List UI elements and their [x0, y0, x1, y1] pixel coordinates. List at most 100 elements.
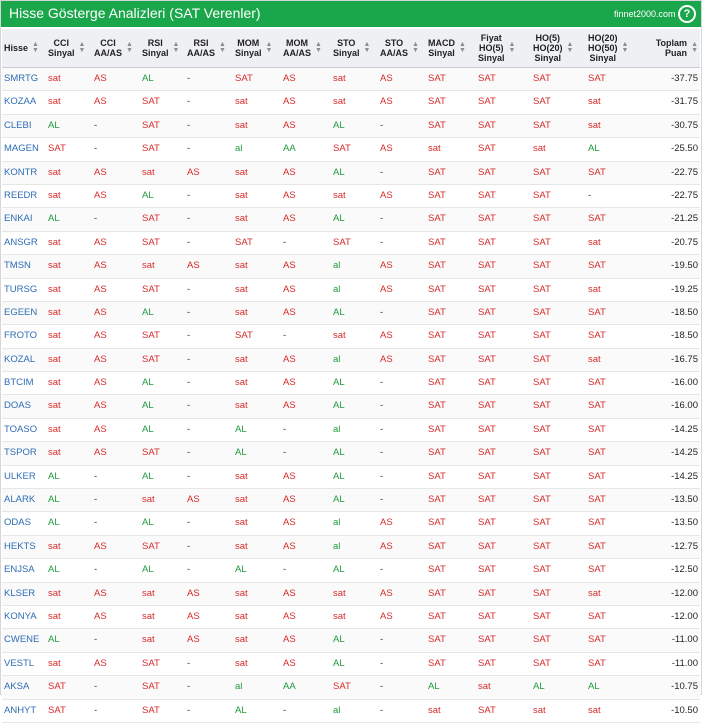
- ticker-link[interactable]: KLSER: [4, 583, 46, 605]
- sort-icon[interactable]: ▲ ▼: [509, 41, 516, 54]
- column-header-label: STO Sinyal: [333, 38, 360, 58]
- sort-icon[interactable]: ▲ ▼: [79, 41, 86, 54]
- signal-cell: AS: [380, 96, 393, 108]
- signal-cell: AS: [187, 634, 200, 646]
- column-header-label: MACD Sinyal: [428, 38, 455, 58]
- signal-cell: SAT: [478, 423, 496, 435]
- sort-icon[interactable]: ▲ ▼: [126, 41, 133, 54]
- column-header-label: RSI Sinyal: [142, 38, 169, 58]
- table-row: CWENE AL - sat AS sat AS AL - SAT SAT SAT SAT -11.00: [2, 629, 700, 653]
- column-header[interactable]: MOM Sinyal ▲ ▼: [235, 29, 281, 67]
- table-row: TURSG sat AS SAT - sat AS al AS SAT SAT SAT sat -19.2…: [2, 279, 700, 302]
- column-header[interactable]: STO AA/AS ▲ ▼: [380, 29, 426, 67]
- signal-cell: -: [94, 704, 98, 716]
- sort-icon[interactable]: ▲ ▼: [691, 41, 698, 54]
- column-header[interactable]: CCI AA/AS ▲ ▼: [94, 29, 140, 67]
- ticker-link[interactable]: TURSG: [4, 279, 46, 301]
- signal-cell: sat: [142, 610, 155, 622]
- signal-cell: SAT: [142, 657, 160, 669]
- ticker-link[interactable]: ULKER: [4, 466, 46, 488]
- sort-icon[interactable]: ▲ ▼: [315, 41, 322, 54]
- sort-icon[interactable]: ▲ ▼: [412, 41, 419, 54]
- signal-cell: -: [283, 704, 287, 716]
- signal-cell: sat: [588, 96, 601, 108]
- signal-cell: SAT: [142, 213, 160, 225]
- ticker-link[interactable]: SMRTG: [4, 68, 46, 90]
- column-header[interactable]: CCI Sinyal ▲ ▼: [48, 29, 92, 67]
- signal-cell: AS: [283, 189, 296, 201]
- ticker-link[interactable]: KOZAA: [4, 91, 46, 113]
- signal-cell: SAT: [428, 96, 446, 108]
- ticker-link[interactable]: ODAS: [4, 512, 46, 534]
- column-header[interactable]: HO(5) HO(20) Sinyal ▲ ▼: [533, 29, 586, 67]
- signal-cell: AS: [94, 73, 107, 84]
- signal-cell: AL: [235, 704, 247, 716]
- indicator-panel: Hisse Gösterge Analizleri (SAT Verenler)…: [0, 0, 702, 723]
- signal-cell: SAT: [533, 447, 551, 459]
- signal-cell: AS: [187, 166, 200, 178]
- sort-icon[interactable]: ▲ ▼: [32, 41, 39, 54]
- ticker-link[interactable]: AKSA: [4, 676, 46, 698]
- sort-icon[interactable]: ▲ ▼: [219, 41, 226, 54]
- ticker-link[interactable]: TMSN: [4, 255, 46, 277]
- signal-cell: -: [94, 517, 98, 529]
- ticker-link[interactable]: ENJSA: [4, 559, 46, 581]
- signal-cell: -: [187, 423, 191, 435]
- column-header[interactable]: RSI AA/AS ▲ ▼: [187, 29, 233, 67]
- ticker-link[interactable]: REEDR: [4, 185, 46, 207]
- signal-cell: AS: [94, 400, 107, 412]
- signal-cell: AS: [187, 260, 200, 272]
- ticker-link[interactable]: ALARK: [4, 489, 46, 511]
- ticker-link[interactable]: HEKTS: [4, 536, 46, 558]
- column-header[interactable]: Hisse ▲ ▼: [4, 29, 46, 67]
- ticker-link[interactable]: KONTR: [4, 162, 46, 184]
- signal-cell: SAT: [478, 96, 496, 108]
- sort-icon[interactable]: ▲ ▼: [459, 41, 466, 54]
- ticker-link[interactable]: TOASO: [4, 419, 46, 441]
- sort-icon[interactable]: ▲ ▼: [567, 41, 574, 54]
- signal-cell: sat: [48, 96, 61, 108]
- column-header[interactable]: RSI Sinyal ▲ ▼: [142, 29, 186, 67]
- sort-icon[interactable]: ▲ ▼: [266, 41, 273, 54]
- sort-icon[interactable]: ▲ ▼: [622, 41, 629, 54]
- ticker-link[interactable]: EGEEN: [4, 302, 46, 324]
- signal-cell: AL: [142, 377, 154, 389]
- column-header[interactable]: MOM AA/AS ▲ ▼: [283, 29, 331, 67]
- total-score: -30.75: [671, 119, 698, 131]
- signal-cell: AL: [48, 494, 60, 506]
- column-header[interactable]: HO(20) HO(50) Sinyal ▲ ▼: [588, 29, 640, 67]
- ticker-link[interactable]: ANSGR: [4, 232, 46, 254]
- signal-cell: sat: [142, 494, 155, 506]
- ticker-link[interactable]: ANHYT: [4, 700, 46, 722]
- signal-cell: sat: [235, 353, 248, 365]
- ticker-link[interactable]: DOAS: [4, 395, 46, 417]
- signal-cell: SAT: [588, 423, 606, 435]
- ticker-link[interactable]: BTCIM: [4, 372, 46, 394]
- signal-cell: SAT: [428, 517, 446, 529]
- sort-icon[interactable]: ▲ ▼: [364, 41, 371, 54]
- column-header[interactable]: Toplam Puan ▲ ▼: [642, 29, 698, 67]
- ticker-link[interactable]: CWENE: [4, 629, 46, 651]
- total-score: -10.50: [671, 704, 698, 716]
- signal-cell: SAT: [478, 587, 496, 599]
- signal-cell: -: [283, 236, 287, 248]
- signal-cell: AS: [187, 494, 200, 506]
- ticker-link[interactable]: KONYA: [4, 606, 46, 628]
- ticker-link[interactable]: MAGEN: [4, 138, 46, 160]
- ticker-link[interactable]: VESTL: [4, 653, 46, 675]
- signal-cell: SAT: [588, 517, 606, 529]
- column-header[interactable]: MACD Sinyal ▲ ▼: [428, 29, 476, 67]
- ticker-link[interactable]: KOZAL: [4, 349, 46, 371]
- ticker-link[interactable]: FROTO: [4, 325, 46, 347]
- ticker-link[interactable]: CLEBI: [4, 115, 46, 137]
- signal-cell: SAT: [588, 260, 606, 272]
- signal-cell: SAT: [533, 564, 551, 576]
- ticker-link[interactable]: TSPOR: [4, 442, 46, 464]
- table-header: Hisse ▲ ▼ CCI Sinyal ▲ ▼ CCI AA/AS ▲ ▼ RSI Sinyal…: [2, 29, 700, 68]
- column-header[interactable]: STO Sinyal ▲ ▼: [333, 29, 378, 67]
- column-header[interactable]: Fiyat HO(5) Sinyal ▲ ▼: [478, 29, 531, 67]
- sort-icon[interactable]: ▲ ▼: [173, 41, 180, 54]
- table-row: ENJSA AL - AL - AL - AL - SAT SAT SAT SAT -12.50: [2, 559, 700, 583]
- help-icon[interactable]: ?: [678, 5, 696, 23]
- ticker-link[interactable]: ENKAI: [4, 208, 46, 230]
